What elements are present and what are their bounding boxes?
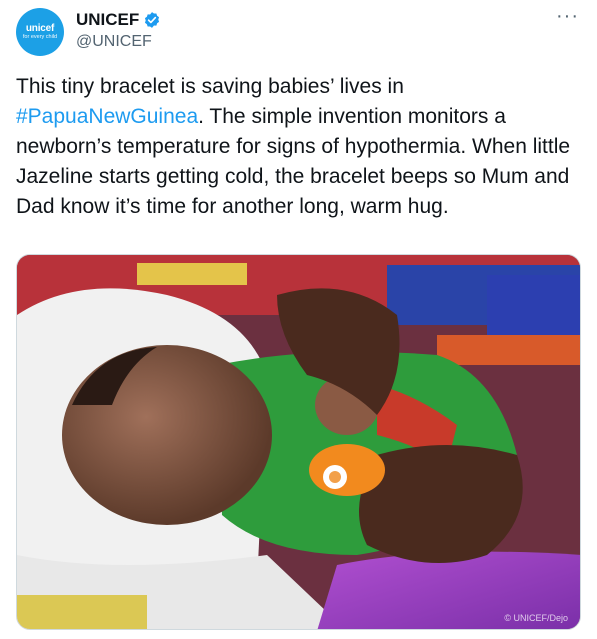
author-name-row: UNICEF (76, 10, 161, 30)
author-handle[interactable]: @UNICEF (76, 33, 152, 51)
display-name[interactable]: UNICEF (76, 10, 139, 30)
more-options-icon[interactable]: ··· (556, 6, 579, 26)
tweet-text-before: This tiny bracelet is saving babies’ liv… (16, 75, 404, 98)
avatar[interactable]: unicef for every child (16, 8, 64, 56)
verified-badge-icon (145, 12, 160, 28)
tweet-photo[interactable]: © UNICEF/Dejo (16, 254, 581, 630)
avatar-tagline: for every child (22, 34, 58, 40)
photo-credit: © UNICEF/Dejo (504, 613, 568, 623)
avatar-logo-text: unicef (25, 23, 55, 34)
tweet-text: This tiny bracelet is saving babies’ liv… (16, 72, 584, 222)
hashtag-link[interactable]: #PapuaNewGuinea (16, 105, 198, 128)
tweet-card: unicef for every child UNICEF @UNICEF ··… (0, 0, 597, 639)
baby-bracelet-photo (17, 255, 580, 629)
